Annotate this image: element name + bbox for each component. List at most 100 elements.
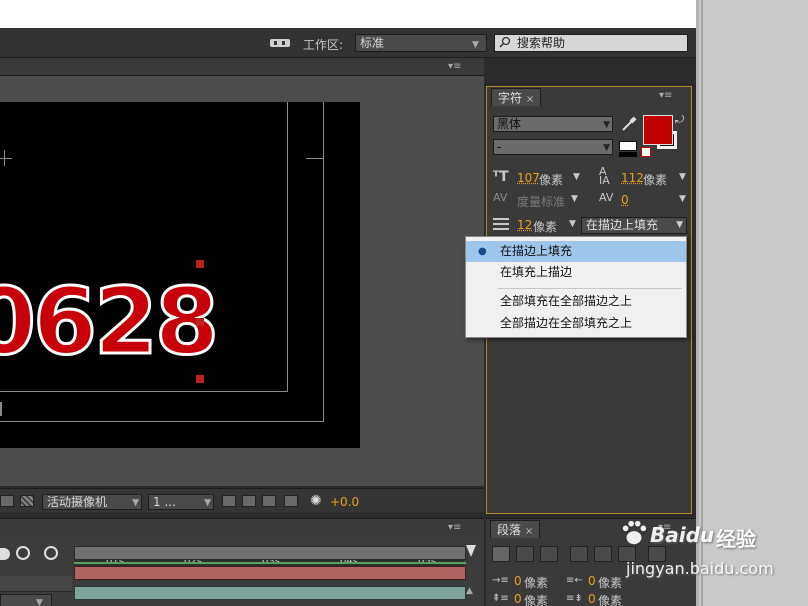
scrollbar-up[interactable]: ▲: [466, 586, 478, 598]
composition-footer-bar: 活动摄像机 ▼ 1 ... ▼ ✺ +0.0: [0, 488, 484, 512]
camera-select-value: 活动摄像机: [47, 495, 108, 509]
none-swatch-icon[interactable]: [641, 147, 651, 157]
close-icon[interactable]: ×: [526, 94, 534, 105]
paw-logo-icon: [622, 520, 647, 545]
stopwatch-icon[interactable]: [44, 546, 58, 560]
fast-preview-icon[interactable]: [242, 495, 256, 507]
align-center-button[interactable]: [516, 546, 534, 562]
layer-bar-teal[interactable]: [74, 586, 466, 600]
tab-paragraph[interactable]: 段落 ×: [490, 520, 541, 538]
stroke-width-unit: 像素: [533, 220, 558, 234]
indent-right-value[interactable]: 0: [588, 574, 596, 588]
chevron-down-icon: ▼: [676, 220, 683, 230]
chevron-down-icon[interactable]: ▼: [571, 194, 578, 204]
layer-handle-bottom[interactable]: [196, 375, 204, 383]
menu-item-all-strokes-over-fills[interactable]: 全部描边在全部填充之上: [466, 313, 686, 334]
chevron-down-icon[interactable]: ▼: [679, 194, 686, 204]
font-size-unit: 像素: [539, 173, 564, 187]
no-color-swatch[interactable]: [619, 141, 637, 151]
panel-menu-icon[interactable]: ▾≡: [659, 91, 675, 101]
comp-flowchart-icon[interactable]: [284, 495, 298, 507]
timeline-icon[interactable]: [262, 495, 276, 507]
align-left-button[interactable]: [492, 546, 510, 562]
stroke-width-value[interactable]: 12: [517, 218, 532, 232]
center-mark-left-v: [4, 150, 5, 166]
baidu-jingyan-watermark: Baidu 经验 jingyan.baidu.com: [620, 515, 800, 605]
layer-handle-mid[interactable]: [196, 318, 204, 326]
justify-center-button[interactable]: [594, 546, 612, 562]
top-toolbar: 工作区: 标准 ▼ 搜索帮助: [0, 28, 696, 58]
chevron-down-icon[interactable]: ▼: [569, 219, 576, 229]
layer-row-1[interactable]: [0, 576, 72, 592]
chevron-down-icon: ▼: [472, 40, 479, 50]
menu-item-label: 在描边上填充: [500, 244, 573, 258]
composition-viewer[interactable]: 0628: [0, 76, 484, 486]
chevron-down-icon[interactable]: ▼: [573, 172, 580, 182]
menu-item-stroke-over-fill[interactable]: 在填充上描边: [466, 262, 686, 283]
watermark-brand: Baidu: [650, 523, 715, 547]
workspace-label: 工作区:: [303, 38, 344, 52]
kerning-icon: AV: [493, 191, 508, 204]
font-family-value: 黑体: [497, 117, 522, 131]
chevron-down-icon: ▼: [603, 120, 610, 130]
track-green-line: [74, 562, 466, 564]
tab-character-label: 字符: [498, 91, 523, 105]
watermark-brand-cn: 经验: [716, 527, 756, 551]
chevron-down-icon[interactable]: ▼: [679, 172, 686, 182]
menu-item-fill-over-stroke[interactable]: ● 在描边上填充: [466, 241, 686, 262]
eyedropper-icon[interactable]: [621, 116, 637, 132]
text-layer-number[interactable]: 0628: [0, 274, 221, 369]
tracking-value[interactable]: 0: [621, 193, 629, 207]
composition-canvas[interactable]: 0628: [0, 102, 360, 448]
camera-select[interactable]: 活动摄像机 ▼: [42, 494, 142, 510]
indent-left-icon: →≡: [492, 575, 509, 586]
search-placeholder: 搜索帮助: [517, 36, 566, 50]
graph-editor-icon[interactable]: [16, 546, 30, 560]
indent-left-value[interactable]: 0: [514, 574, 522, 588]
space-before-value[interactable]: 0: [514, 592, 522, 606]
transparency-grid-icon[interactable]: [20, 495, 34, 507]
fill-color-swatch[interactable]: [643, 115, 673, 145]
sync-settings-icon[interactable]: [270, 38, 292, 48]
stroke-mode-value: 在描边上填充: [586, 218, 659, 232]
swap-colors-icon[interactable]: ⤾: [675, 113, 687, 126]
justify-left-button[interactable]: [570, 546, 588, 562]
chevron-down-icon: ▼: [132, 498, 139, 508]
panel-menu-icon[interactable]: ▾≡: [448, 62, 464, 72]
indent-left-unit: 像素: [524, 576, 549, 590]
timeline-panel-header: ▾≡: [0, 518, 484, 536]
stroke-mode-menu: ● 在描边上填充 在填充上描边 全部填充在全部描边之上 全部描边在全部填充之上: [465, 236, 687, 338]
view-layout-select[interactable]: 1 ... ▼: [148, 494, 214, 510]
leading-icon: A IA: [599, 165, 610, 187]
toggle-mask-icon[interactable]: [0, 495, 14, 507]
menu-item-all-fills-over-strokes[interactable]: 全部填充在全部描边之上: [466, 291, 686, 312]
search-help-input[interactable]: 搜索帮助: [494, 34, 688, 52]
pixel-aspect-icon[interactable]: [222, 495, 236, 507]
kerning-value[interactable]: 度量标准: [517, 193, 565, 210]
black-swatch[interactable]: [619, 152, 637, 157]
font-style-select[interactable]: - ▼: [493, 139, 613, 155]
align-right-button[interactable]: [540, 546, 558, 562]
stroke-mode-select[interactable]: 在描边上填充 ▼: [581, 217, 687, 234]
exposure-value[interactable]: +0.0: [330, 495, 359, 509]
selected-bullet-icon: ●: [478, 246, 487, 257]
view-select-value: 1 ...: [153, 495, 176, 509]
track-composition[interactable]: [74, 546, 466, 560]
space-after-unit: 像素: [598, 594, 623, 606]
exposure-icon[interactable]: ✺: [310, 493, 326, 509]
tab-paragraph-label: 段落: [497, 523, 522, 537]
workspace-select[interactable]: 标准 ▼: [355, 34, 487, 52]
space-after-value[interactable]: 0: [588, 592, 596, 606]
font-size-icon: ᵀT: [493, 169, 509, 185]
layer-bar-red[interactable]: [74, 566, 466, 580]
panel-menu-icon[interactable]: ▾≡: [448, 523, 464, 533]
menu-separator: [498, 288, 682, 289]
font-size-value[interactable]: 107: [517, 171, 540, 185]
leading-value[interactable]: 112: [621, 171, 644, 185]
motion-blur-icon[interactable]: [0, 548, 10, 560]
layer-row-2-dropdown[interactable]: ▼: [36, 598, 48, 606]
tab-character[interactable]: 字符 ×: [491, 88, 542, 106]
close-icon[interactable]: ×: [525, 526, 533, 537]
layer-handle-top[interactable]: [196, 260, 204, 268]
font-family-select[interactable]: 黑体 ▼: [493, 116, 613, 132]
